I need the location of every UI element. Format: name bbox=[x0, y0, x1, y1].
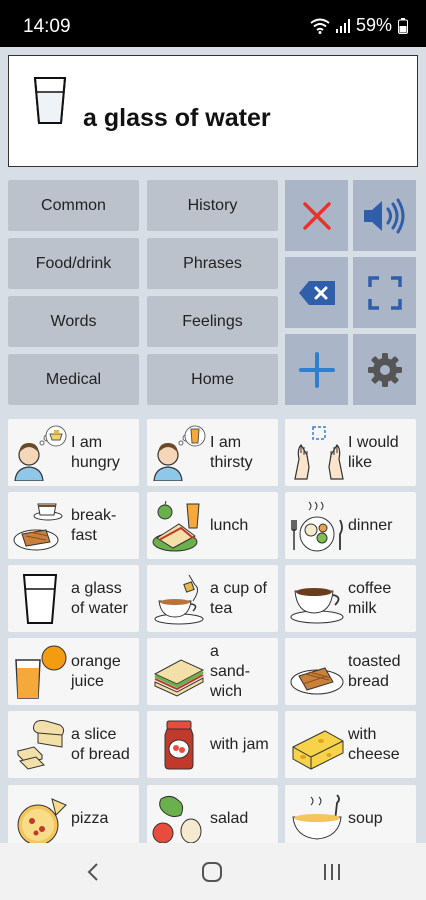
system-nav-bar bbox=[0, 843, 426, 900]
tile-soup[interactable]: soup bbox=[285, 785, 416, 843]
tile-pizza[interactable]: pizza bbox=[8, 785, 139, 843]
clear-button[interactable] bbox=[285, 180, 348, 251]
tile-label: pizza bbox=[71, 809, 109, 827]
tile-label: coffee milk bbox=[348, 579, 392, 617]
tile-label: a slice of bread bbox=[71, 725, 130, 763]
category-phrases[interactable]: Phrases bbox=[147, 238, 278, 289]
category-home[interactable]: Home bbox=[147, 354, 278, 405]
breakfast-icon bbox=[13, 503, 63, 551]
tile-label: a sand- wich bbox=[210, 642, 251, 700]
recent-apps-icon bbox=[324, 864, 340, 880]
tile-a-slice-of-bread[interactable]: a slice of bread bbox=[8, 711, 139, 778]
cheese-icon bbox=[292, 730, 344, 770]
battery-percent: 59% bbox=[355, 15, 392, 35]
recent-apps-button[interactable] bbox=[312, 857, 352, 887]
category-feelings[interactable]: Feelings bbox=[147, 296, 278, 347]
wifi-icon bbox=[310, 18, 330, 34]
jam-jar-icon bbox=[164, 720, 194, 770]
category-food-drink[interactable]: Food/drink bbox=[8, 238, 139, 289]
salad-icon bbox=[152, 795, 202, 843]
status-bar: 14:09 59% bbox=[0, 0, 426, 47]
tile-label: break- fast bbox=[71, 506, 117, 544]
tile-i-would-like[interactable]: I would like bbox=[285, 419, 416, 486]
category-words[interactable]: Words bbox=[8, 296, 139, 347]
hands-reaching-icon bbox=[294, 426, 344, 480]
coffee-cup-icon bbox=[290, 588, 344, 624]
tile-label: orange juice bbox=[71, 652, 121, 690]
orange-juice-icon bbox=[15, 645, 67, 699]
toast-icon bbox=[290, 667, 344, 695]
tile-label: I am thirsty bbox=[210, 433, 253, 471]
gear-icon bbox=[367, 352, 402, 387]
tile-orange-juice[interactable]: orange juice bbox=[8, 638, 139, 705]
tile-a-glass-of-water[interactable]: a glass of water bbox=[8, 565, 139, 632]
signal-icon bbox=[335, 18, 350, 33]
tile-salad[interactable]: salad bbox=[147, 785, 278, 843]
fullscreen-button[interactable] bbox=[353, 257, 416, 328]
tile-label: a glass of water bbox=[71, 579, 128, 617]
tile-label: with cheese bbox=[348, 725, 400, 763]
soup-bowl-icon bbox=[292, 794, 342, 840]
glass-of-water-icon bbox=[22, 574, 58, 624]
clear-icon bbox=[302, 201, 331, 230]
backspace-icon bbox=[298, 280, 335, 305]
thirsty-person-icon bbox=[153, 425, 206, 481]
status-time: 14:09 bbox=[23, 16, 71, 37]
fullscreen-icon bbox=[367, 275, 402, 310]
tile-label: a cup of tea bbox=[210, 579, 267, 617]
add-button[interactable] bbox=[285, 334, 348, 405]
battery-icon bbox=[398, 17, 408, 34]
tile-label: I am hungry bbox=[71, 433, 120, 471]
tile-toasted-bread[interactable]: toasted bread bbox=[285, 638, 416, 705]
tile-label: toasted bread bbox=[348, 652, 401, 690]
message-bar[interactable]: a glass of water bbox=[8, 55, 418, 167]
tile-dinner[interactable]: dinner bbox=[285, 492, 416, 559]
bread-slice-icon bbox=[17, 720, 65, 770]
category-medical[interactable]: Medical bbox=[8, 354, 139, 405]
home-icon bbox=[202, 862, 222, 882]
message-text: a glass of water bbox=[83, 104, 271, 132]
back-chevron-icon bbox=[87, 863, 98, 881]
tile-a-cup-of-tea[interactable]: a cup of tea bbox=[147, 565, 278, 632]
back-button[interactable] bbox=[73, 857, 113, 887]
tile-with-cheese[interactable]: with cheese bbox=[285, 711, 416, 778]
category-common[interactable]: Common bbox=[8, 180, 139, 231]
tile-label: dinner bbox=[348, 516, 393, 534]
tile-a-sandwich[interactable]: a sand- wich bbox=[147, 638, 278, 705]
glass-of-water-icon bbox=[33, 77, 67, 124]
tile-i-am-thirsty[interactable]: I am thirsty bbox=[147, 419, 278, 486]
tile-label: salad bbox=[210, 809, 249, 827]
speak-button[interactable] bbox=[353, 180, 416, 251]
tile-with-jam[interactable]: with jam bbox=[147, 711, 278, 778]
tile-lunch[interactable]: lunch bbox=[147, 492, 278, 559]
dinner-plate-icon bbox=[291, 501, 343, 552]
tile-label: I would like bbox=[348, 433, 399, 471]
tile-breakfast[interactable]: break- fast bbox=[8, 492, 139, 559]
tile-label: lunch bbox=[210, 516, 249, 534]
home-button[interactable] bbox=[192, 857, 232, 887]
cup-of-tea-icon bbox=[154, 574, 204, 625]
speaker-icon bbox=[363, 198, 404, 233]
app-area: a glass of water Common History Food/dri… bbox=[0, 47, 426, 843]
category-history[interactable]: History bbox=[147, 180, 278, 231]
add-icon bbox=[298, 351, 335, 388]
hungry-person-icon bbox=[14, 425, 67, 481]
settings-button[interactable] bbox=[353, 334, 416, 405]
status-icons: 59% bbox=[310, 15, 408, 36]
pizza-icon bbox=[17, 798, 67, 843]
tile-coffee-milk[interactable]: coffee milk bbox=[285, 565, 416, 632]
tile-label: with jam bbox=[210, 735, 269, 753]
tile-label: soup bbox=[348, 809, 383, 827]
backspace-button[interactable] bbox=[285, 257, 348, 328]
sandwich-icon bbox=[153, 659, 205, 697]
tile-i-am-hungry[interactable]: I am hungry bbox=[8, 419, 139, 486]
sandwich-drink-icon bbox=[152, 500, 200, 552]
